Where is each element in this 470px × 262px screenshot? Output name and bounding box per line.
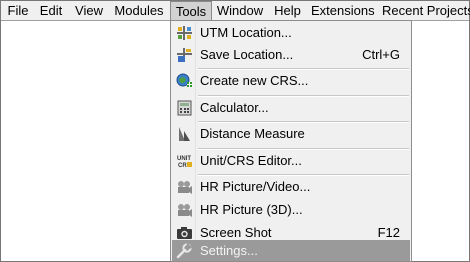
menu-recent-projects[interactable]: Recent Projects bbox=[382, 1, 470, 20]
menu-item-create-new-crs[interactable]: Create new CRS... bbox=[172, 70, 410, 92]
menu-item-utm-location[interactable]: UTM Location... bbox=[172, 22, 410, 44]
menu-item-unit-crs-editor[interactable]: UNIT CRS Unit/CRS Editor... bbox=[172, 150, 410, 172]
hr-picture-video-icon bbox=[176, 179, 193, 195]
menu-item-label: HR Picture/Video... bbox=[200, 179, 311, 194]
unit-crs-editor-icon: UNIT CRS bbox=[176, 153, 193, 169]
menu-item-label: Settings... bbox=[200, 243, 258, 258]
menu-item-label: UTM Location... bbox=[200, 25, 292, 40]
menu-item-label: Distance Measure bbox=[200, 126, 305, 141]
menu-tools[interactable]: Tools bbox=[170, 1, 212, 21]
menu-item-label: Save Location... bbox=[200, 47, 294, 62]
shortcut-text: Ctrl+G bbox=[362, 47, 400, 62]
menu-item-label: HR Picture (3D)... bbox=[200, 202, 303, 217]
menu-file[interactable]: File bbox=[6, 1, 30, 20]
save-location-icon bbox=[176, 47, 193, 63]
hr-picture-3d-icon bbox=[176, 202, 193, 218]
tools-dropdown-menu: UTM Location... Save Location... Ctrl+G bbox=[170, 20, 412, 262]
calculator-icon bbox=[176, 100, 193, 116]
menu-item-label: Calculator... bbox=[200, 100, 269, 115]
menu-bar: File Edit View Modules Tools Window Help… bbox=[1, 1, 470, 21]
menu-item-settings[interactable]: Settings... bbox=[172, 240, 410, 261]
menu-edit[interactable]: Edit bbox=[37, 1, 65, 20]
menu-view[interactable]: View bbox=[73, 1, 105, 20]
wrench-icon bbox=[176, 243, 193, 259]
utm-location-icon bbox=[176, 25, 193, 41]
menu-item-label: Unit/CRS Editor... bbox=[200, 153, 302, 168]
menu-item-distance-measure[interactable]: Distance Measure bbox=[172, 123, 410, 145]
menu-window[interactable]: Window bbox=[216, 1, 264, 20]
menu-item-save-location[interactable]: Save Location... Ctrl+G bbox=[172, 44, 410, 66]
menu-item-label: Create new CRS... bbox=[200, 73, 309, 88]
menu-modules[interactable]: Modules bbox=[112, 1, 166, 20]
menu-extensions[interactable]: Extensions bbox=[311, 1, 375, 20]
menu-help[interactable]: Help bbox=[272, 1, 303, 20]
menu-item-calculator[interactable]: Calculator... bbox=[172, 97, 410, 119]
screenshot-icon bbox=[176, 225, 193, 241]
create-crs-icon bbox=[176, 73, 193, 89]
menu-item-hr-picture-video[interactable]: HR Picture/Video... bbox=[172, 176, 410, 198]
distance-measure-icon bbox=[176, 126, 193, 142]
menu-item-hr-picture-3d[interactable]: HR Picture (3D)... bbox=[172, 199, 410, 221]
svg-text:UNIT: UNIT bbox=[177, 156, 191, 162]
